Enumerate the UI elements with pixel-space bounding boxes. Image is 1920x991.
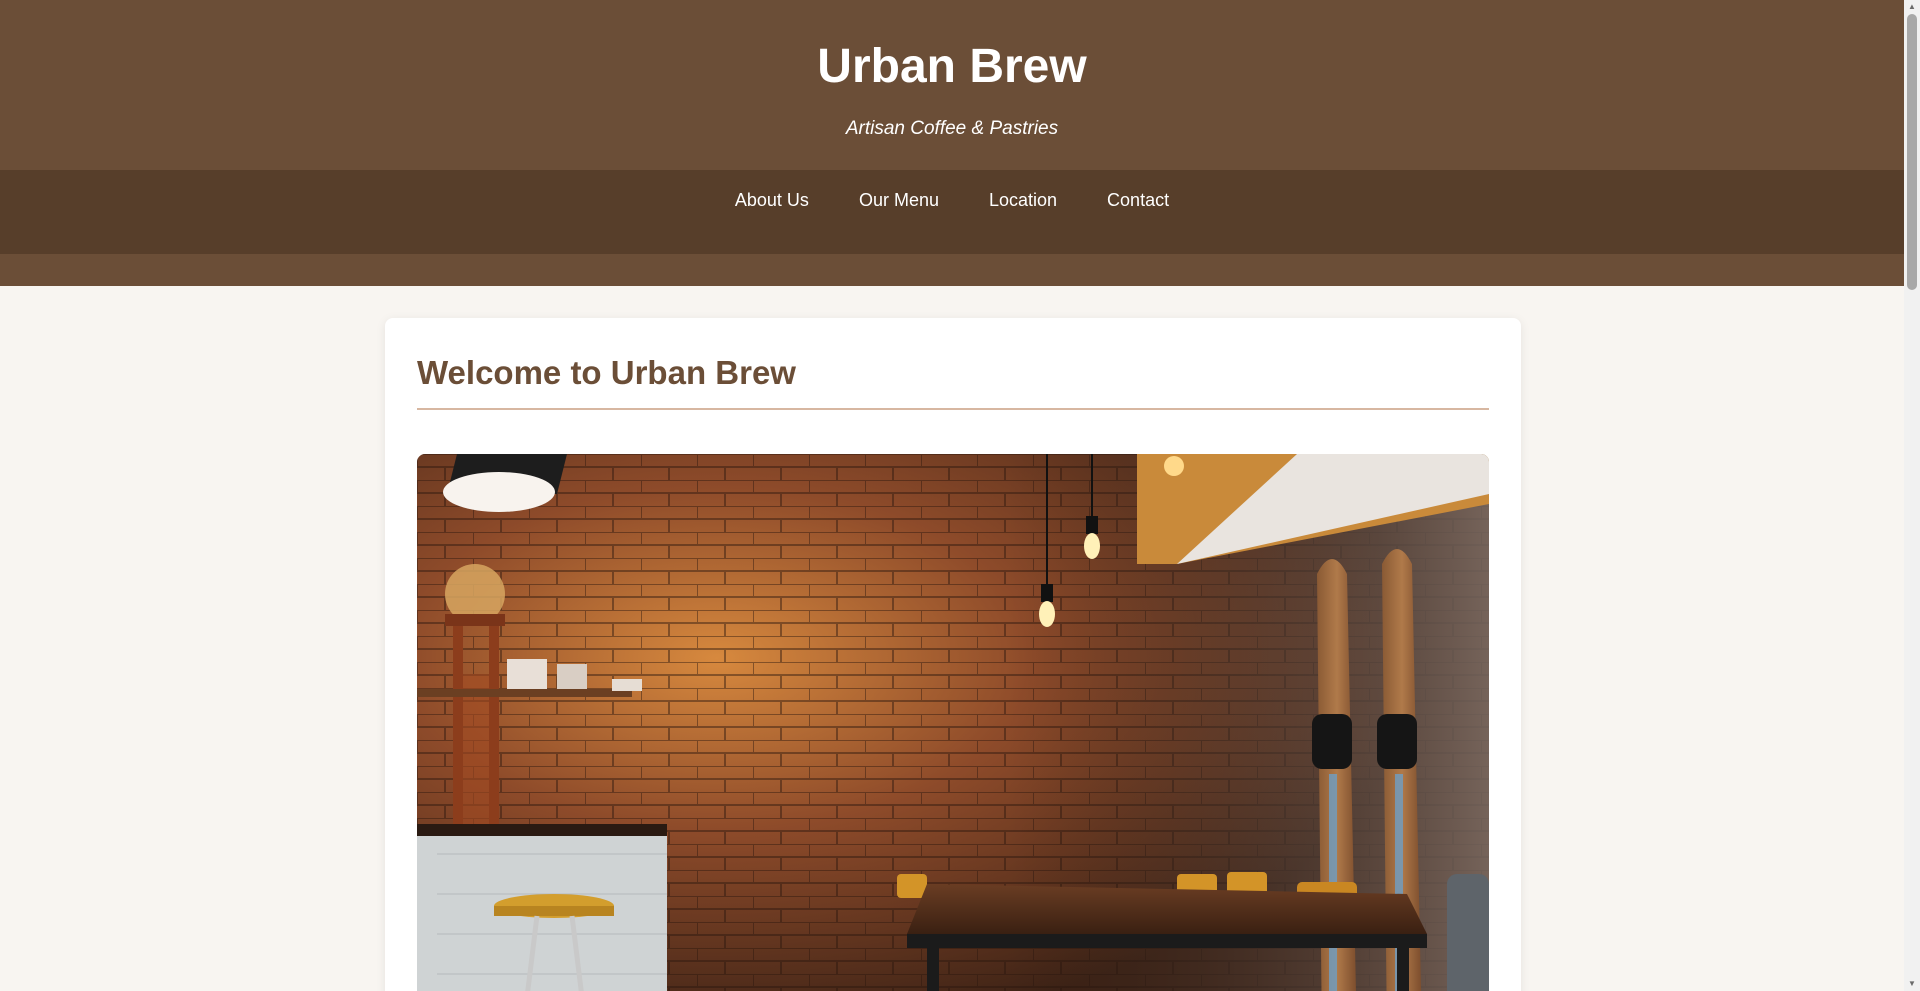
scroll-up-arrow-icon[interactable]: ▲ [1904, 0, 1920, 14]
scroll-down-arrow-icon[interactable]: ▼ [1904, 977, 1920, 991]
welcome-heading: Welcome to Urban Brew [417, 354, 796, 391]
site-header: Urban Brew Artisan Coffee & Pastries Abo… [0, 0, 1904, 286]
page: Urban Brew Artisan Coffee & Pastries Abo… [0, 0, 1904, 991]
vertical-scrollbar[interactable]: ▲ ▼ [1904, 0, 1920, 991]
hero-image [417, 454, 1489, 991]
nav-link-about-us[interactable]: About Us [710, 190, 834, 210]
nav-link-our-menu[interactable]: Our Menu [834, 190, 964, 210]
welcome-card: Welcome to Urban Brew [385, 318, 1521, 991]
heading-divider [417, 408, 1489, 410]
nav-link-contact[interactable]: Contact [1082, 190, 1194, 210]
site-title: Urban Brew [817, 40, 1087, 93]
site-tagline: Artisan Coffee & Pastries [845, 118, 1059, 139]
main-nav: About Us Our Menu Location Contact [0, 170, 1904, 254]
scrollbar-thumb[interactable] [1907, 14, 1917, 290]
nav-link-location[interactable]: Location [964, 190, 1082, 210]
